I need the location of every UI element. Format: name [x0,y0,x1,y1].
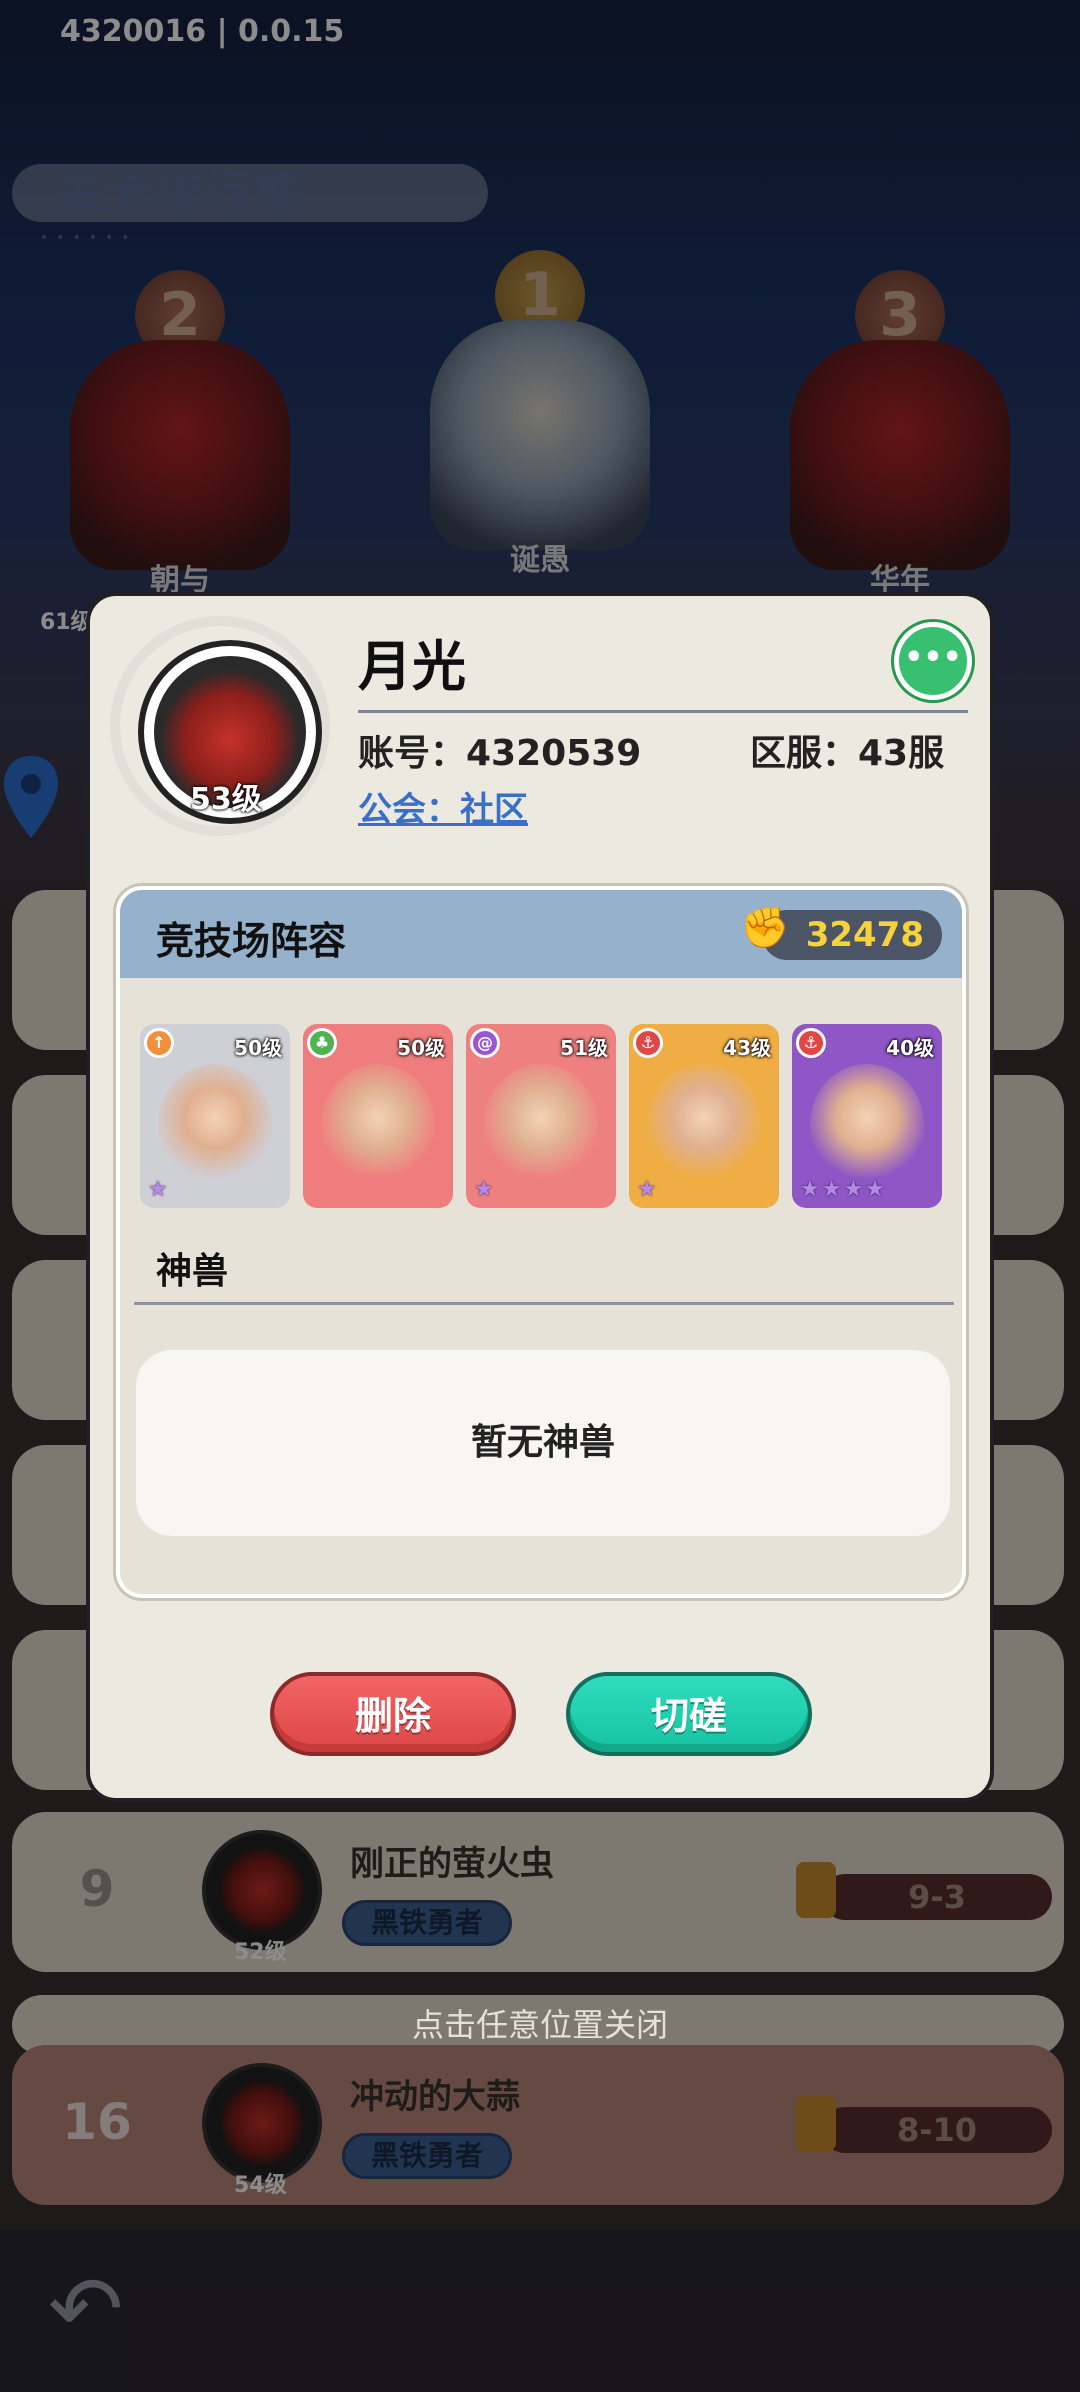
star-rating: ★ [148,1177,170,1202]
element-arrow-icon: ↑ [144,1028,174,1058]
divider [358,710,968,713]
panel-title: 竞技场阵容 [156,919,347,963]
element-leaf-icon: ♣ [307,1028,337,1058]
hero-portrait [810,1064,924,1184]
hero-level: 43级 [723,1036,771,1060]
star-rating: ★ [474,1177,496,1202]
power-fist-icon: ✊ [740,905,790,951]
account-id: 账号：4320539 [358,733,642,774]
hero-card-2[interactable]: ♣ 50级 [303,1024,453,1208]
panel-header: 竞技场阵容 32478 ✊ [120,890,962,978]
hero-level: 50级 [397,1036,445,1060]
player-level: 53级 [190,782,262,817]
hero-card-3[interactable]: @ 51级 ★ [466,1024,616,1208]
hero-card-1[interactable]: ↑ 50级 ★ [140,1024,290,1208]
player-profile-modal: 53级 月光 ••• 账号：4320539 区服：43服 公会：社区 竞技场阵容… [86,592,994,1802]
delete-button[interactable]: 删除 [270,1672,516,1756]
chat-bubble-icon: ••• [904,640,962,675]
hero-level: 50级 [234,1036,282,1060]
divider [134,1302,954,1305]
element-anchor-icon: ⚓ [633,1028,663,1058]
server-label: 区服：43服 [750,733,945,774]
hero-lineup: ↑ 50级 ★ ♣ 50级 @ 51级 ★ ⚓ 43级 ★ ⚓ 40级 ★★★★ [140,1024,950,1210]
star-rating: ★★★★ [800,1177,887,1202]
hero-portrait [647,1064,761,1184]
element-anchor-icon: ⚓ [796,1028,826,1058]
hero-portrait [158,1064,272,1184]
arena-lineup-panel: 竞技场阵容 32478 ✊ ↑ 50级 ★ ♣ 50级 @ 51级 ★ ⚓ 43… [116,886,966,1598]
hero-portrait [321,1064,435,1184]
hero-card-4[interactable]: ⚓ 43级 ★ [629,1024,779,1208]
player-name: 月光 [358,635,466,698]
hero-portrait [484,1064,598,1184]
beast-label: 神兽 [156,1251,229,1292]
hero-level: 40级 [886,1036,934,1060]
chat-button[interactable]: ••• [894,622,972,700]
star-rating: ★ [637,1177,659,1202]
beast-empty-box: 暂无神兽 [136,1350,950,1536]
hero-card-5[interactable]: ⚓ 40级 ★★★★ [792,1024,942,1208]
hero-level: 51级 [560,1036,608,1060]
guild-link[interactable]: 公会：社区 [358,782,528,831]
spar-button[interactable]: 切磋 [566,1672,812,1756]
close-hint: 点击任意位置关闭 [411,2006,668,2044]
element-swirl-icon: @ [470,1028,500,1058]
